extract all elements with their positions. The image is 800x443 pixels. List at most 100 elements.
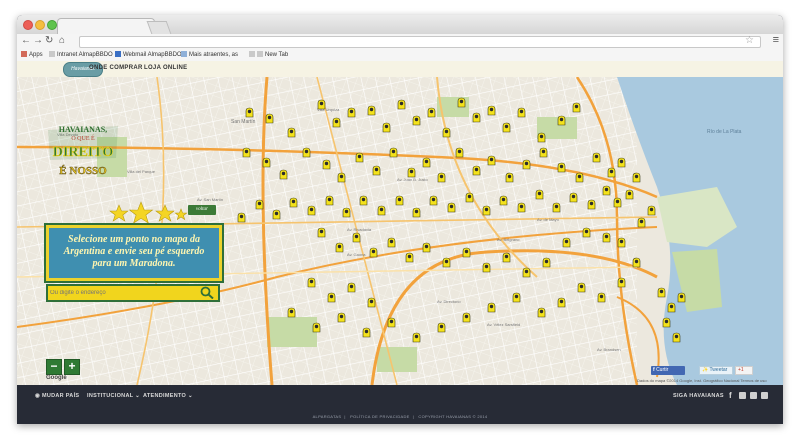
- maximize-window-icon[interactable]: [47, 20, 57, 30]
- maradona-marker-icon[interactable]: [602, 232, 611, 243]
- maradona-marker-icon[interactable]: [517, 202, 526, 213]
- maradona-marker-icon[interactable]: [577, 282, 586, 293]
- facebook-like-button[interactable]: f Curtir: [651, 366, 685, 375]
- maradona-marker-icon[interactable]: [587, 199, 596, 210]
- zoom-in-button[interactable]: +: [64, 359, 80, 375]
- maradona-marker-icon[interactable]: [387, 237, 396, 248]
- maradona-marker-icon[interactable]: [632, 172, 641, 183]
- maradona-marker-icon[interactable]: [462, 312, 471, 323]
- maradona-marker-icon[interactable]: [537, 132, 546, 143]
- maradona-marker-icon[interactable]: [517, 107, 526, 118]
- maradona-marker-icon[interactable]: [397, 99, 406, 110]
- maradona-marker-icon[interactable]: [307, 205, 316, 216]
- new-tab-button[interactable]: [146, 21, 172, 34]
- maradona-marker-icon[interactable]: [512, 292, 521, 303]
- maradona-marker-icon[interactable]: [647, 205, 656, 216]
- maradona-marker-icon[interactable]: [389, 147, 398, 158]
- maradona-marker-icon[interactable]: [325, 195, 334, 206]
- maradona-marker-icon[interactable]: [442, 127, 451, 138]
- maradona-marker-icon[interactable]: [522, 159, 531, 170]
- maradona-marker-icon[interactable]: [372, 165, 381, 176]
- maradona-marker-icon[interactable]: [482, 262, 491, 273]
- zoom-out-button[interactable]: −: [46, 359, 62, 375]
- maradona-marker-icon[interactable]: [422, 157, 431, 168]
- maradona-marker-icon[interactable]: [437, 172, 446, 183]
- maradona-marker-icon[interactable]: [369, 247, 378, 258]
- maradona-marker-icon[interactable]: [505, 172, 514, 183]
- maradona-marker-icon[interactable]: [597, 292, 606, 303]
- maradona-marker-icon[interactable]: [367, 105, 376, 116]
- maradona-marker-icon[interactable]: [337, 312, 346, 323]
- maradona-marker-icon[interactable]: [307, 277, 316, 288]
- home-icon[interactable]: ⌂: [59, 35, 65, 46]
- maradona-marker-icon[interactable]: [429, 195, 438, 206]
- maradona-marker-icon[interactable]: [287, 307, 296, 318]
- maradona-marker-icon[interactable]: [487, 105, 496, 116]
- footer-mudar-pais[interactable]: ◉ MUDAR PAÍS: [35, 393, 79, 399]
- maradona-marker-icon[interactable]: [427, 107, 436, 118]
- maradona-marker-icon[interactable]: [582, 227, 591, 238]
- forward-arrow-icon[interactable]: →: [33, 35, 43, 46]
- footer-institucional[interactable]: INSTITUCIONAL ⌄: [87, 393, 140, 399]
- maradona-marker-icon[interactable]: [557, 162, 566, 173]
- maradona-marker-icon[interactable]: [592, 152, 601, 163]
- blog-icon[interactable]: [750, 392, 757, 399]
- maradona-marker-icon[interactable]: [552, 202, 561, 213]
- maradona-marker-icon[interactable]: [557, 115, 566, 126]
- reload-icon[interactable]: ↻: [45, 35, 53, 46]
- maradona-marker-icon[interactable]: [242, 147, 251, 158]
- maradona-marker-icon[interactable]: [245, 107, 254, 118]
- nav-loja-online[interactable]: LOJA ONLINE: [144, 65, 187, 71]
- maradona-marker-icon[interactable]: [662, 317, 671, 328]
- maradona-marker-icon[interactable]: [442, 257, 451, 268]
- maradona-marker-icon[interactable]: [407, 167, 416, 178]
- maradona-marker-icon[interactable]: [289, 197, 298, 208]
- maradona-marker-icon[interactable]: [562, 237, 571, 248]
- search-icon[interactable]: [200, 286, 214, 299]
- maradona-marker-icon[interactable]: [465, 192, 474, 203]
- maradona-marker-icon[interactable]: [437, 322, 446, 333]
- maradona-marker-icon[interactable]: [255, 199, 264, 210]
- maradona-marker-icon[interactable]: [422, 242, 431, 253]
- maradona-marker-icon[interactable]: [637, 217, 646, 228]
- maradona-marker-icon[interactable]: [262, 157, 271, 168]
- browser-menu-icon[interactable]: ≡: [773, 34, 779, 46]
- maradona-marker-icon[interactable]: [237, 212, 246, 223]
- maradona-marker-icon[interactable]: [542, 257, 551, 268]
- maradona-marker-icon[interactable]: [537, 307, 546, 318]
- maradona-marker-icon[interactable]: [632, 257, 641, 268]
- youtube-icon[interactable]: [739, 392, 746, 399]
- maradona-marker-icon[interactable]: [265, 113, 274, 124]
- maradona-marker-icon[interactable]: [482, 205, 491, 216]
- tweet-button[interactable]: ✨ Tweetar: [699, 366, 733, 375]
- maradona-marker-icon[interactable]: [602, 185, 611, 196]
- bookmark-new-tab[interactable]: New Tab: [249, 51, 288, 58]
- footer-link-privacidade[interactable]: POLÍTICA DE PRIVACIDADE: [350, 414, 410, 419]
- maradona-marker-icon[interactable]: [575, 172, 584, 183]
- nav-onde-comprar[interactable]: ONDE COMPRAR: [89, 65, 143, 71]
- voltar-button[interactable]: voltar: [188, 205, 216, 215]
- maradona-marker-icon[interactable]: [617, 157, 626, 168]
- maradona-marker-icon[interactable]: [322, 159, 331, 170]
- maradona-marker-icon[interactable]: [412, 332, 421, 343]
- back-arrow-icon[interactable]: ←: [21, 35, 31, 46]
- maradona-marker-icon[interactable]: [412, 115, 421, 126]
- maradona-marker-icon[interactable]: [272, 209, 281, 220]
- maradona-marker-icon[interactable]: [352, 232, 361, 243]
- maradona-marker-icon[interactable]: [327, 292, 336, 303]
- maradona-marker-icon[interactable]: [617, 237, 626, 248]
- maradona-marker-icon[interactable]: [462, 247, 471, 258]
- maradona-marker-icon[interactable]: [377, 205, 386, 216]
- maradona-marker-icon[interactable]: [539, 147, 548, 158]
- maradona-marker-icon[interactable]: [672, 332, 681, 343]
- maradona-marker-icon[interactable]: [535, 189, 544, 200]
- maradona-marker-icon[interactable]: [317, 99, 326, 110]
- maradona-marker-icon[interactable]: [502, 122, 511, 133]
- maradona-marker-icon[interactable]: [625, 189, 634, 200]
- address-search-input[interactable]: [50, 287, 190, 298]
- maradona-marker-icon[interactable]: [499, 195, 508, 206]
- maradona-marker-icon[interactable]: [487, 155, 496, 166]
- maradona-marker-icon[interactable]: [362, 327, 371, 338]
- maradona-marker-icon[interactable]: [472, 165, 481, 176]
- maradona-marker-icon[interactable]: [522, 267, 531, 278]
